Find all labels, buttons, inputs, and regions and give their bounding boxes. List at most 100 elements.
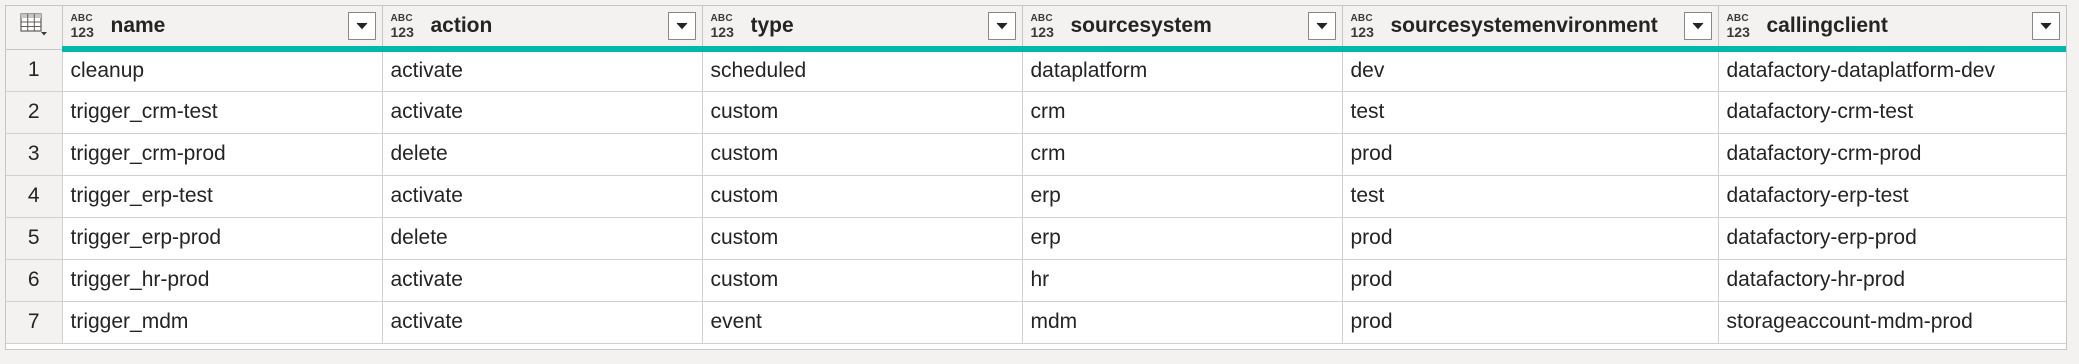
cell-sourcesystemenvironment[interactable]: prod [1342, 217, 1719, 260]
cell-name[interactable]: trigger_erp-test [62, 175, 383, 218]
type-icon-text-bottom: 123 [1726, 23, 1750, 40]
type-icon-text-top: ABC [710, 12, 733, 24]
any-type-icon[interactable]: ABC 123 [1351, 12, 1379, 40]
row-number[interactable]: 6 [6, 259, 63, 302]
cell-name[interactable]: trigger_hr-prod [62, 259, 383, 302]
cell-callingclient[interactable]: storageaccount-mdm-prod [1718, 301, 2066, 344]
column-header-callingclient[interactable]: ABC 123 callingclient [1718, 6, 2066, 52]
row-number[interactable]: 7 [6, 301, 63, 344]
table-body: 1 cleanup activate scheduled dataplatform dev… [6, 49, 2066, 344]
cell-action[interactable]: activate [382, 49, 703, 92]
cell-name[interactable]: cleanup [62, 49, 383, 92]
type-icon-text-bottom: 123 [1350, 23, 1374, 40]
cell-action[interactable]: delete [382, 217, 703, 260]
cell-sourcesystem[interactable]: dataplatform [1022, 49, 1343, 92]
cell-name[interactable]: trigger_mdm [62, 301, 383, 344]
table-row: 6 trigger_hr-prod activate custom hr prod data… [6, 259, 2066, 302]
any-type-icon[interactable]: ABC 123 [1031, 12, 1059, 40]
any-type-icon[interactable]: ABC 123 [711, 12, 739, 40]
chevron-down-icon [1315, 21, 1329, 31]
table-corner-menu[interactable] [6, 6, 63, 50]
cell-type[interactable]: custom [702, 259, 1023, 302]
cell-sourcesystemenvironment[interactable]: test [1342, 175, 1719, 218]
cell-callingclient[interactable]: datafactory-erp-test [1718, 175, 2066, 218]
type-icon-text-top: ABC [390, 12, 413, 24]
row-number[interactable]: 2 [6, 91, 63, 134]
table-row: 5 trigger_erp-prod delete custom erp prod data… [6, 217, 2066, 260]
data-grid: ABC 123 name ABC 123 action ABC 123 type ABC 123 so… [5, 5, 2067, 350]
column-title: sourcesystem [1070, 14, 1212, 37]
column-header-action[interactable]: ABC 123 action [382, 6, 703, 52]
cell-type[interactable]: custom [702, 217, 1023, 260]
table-row: 1 cleanup activate scheduled dataplatform dev… [6, 49, 2066, 92]
cell-action[interactable]: delete [382, 133, 703, 176]
table-icon[interactable] [20, 13, 48, 42]
cell-sourcesystem[interactable]: hr [1022, 259, 1343, 302]
cell-name[interactable]: trigger_erp-prod [62, 217, 383, 260]
column-filter-button[interactable] [987, 12, 1016, 40]
column-header-name[interactable]: ABC 123 name [62, 6, 383, 52]
row-number[interactable]: 4 [6, 175, 63, 218]
column-title: name [110, 14, 166, 37]
row-number[interactable]: 3 [6, 133, 63, 176]
cell-action[interactable]: activate [382, 175, 703, 218]
type-icon-text-bottom: 123 [390, 23, 414, 40]
column-header-type[interactable]: ABC 123 type [702, 6, 1023, 52]
cell-action[interactable]: activate [382, 91, 703, 134]
cell-callingclient[interactable]: datafactory-erp-prod [1718, 217, 2066, 260]
chevron-down-icon [1691, 21, 1705, 31]
type-icon-text-bottom: 123 [70, 23, 94, 40]
row-number[interactable]: 1 [6, 49, 63, 92]
row-number[interactable]: 5 [6, 217, 63, 260]
cell-action[interactable]: activate [382, 301, 703, 344]
cell-callingclient[interactable]: datafactory-crm-test [1718, 91, 2066, 134]
type-icon-text-top: ABC [1350, 12, 1373, 24]
cell-name[interactable]: trigger_crm-prod [62, 133, 383, 176]
cell-sourcesystem[interactable]: crm [1022, 91, 1343, 134]
column-filter-button[interactable] [1307, 12, 1336, 40]
cell-sourcesystemenvironment[interactable]: prod [1342, 259, 1719, 302]
chevron-down-icon [995, 21, 1009, 31]
column-header-sourcesystemenvironment[interactable]: ABC 123 sourcesystemenvironment [1342, 6, 1719, 52]
cell-action[interactable]: activate [382, 259, 703, 302]
column-title: sourcesystemenvironment [1390, 14, 1658, 37]
cell-type[interactable]: event [702, 301, 1023, 344]
any-type-icon[interactable]: ABC 123 [1727, 12, 1755, 40]
any-type-icon[interactable]: ABC 123 [391, 12, 419, 40]
column-filter-button[interactable] [347, 12, 376, 40]
cell-callingclient[interactable]: datafactory-crm-prod [1718, 133, 2066, 176]
cell-sourcesystemenvironment[interactable]: prod [1342, 133, 1719, 176]
cell-sourcesystem[interactable]: mdm [1022, 301, 1343, 344]
cell-sourcesystemenvironment[interactable]: prod [1342, 301, 1719, 344]
cell-type[interactable]: scheduled [702, 49, 1023, 92]
cell-type[interactable]: custom [702, 175, 1023, 218]
column-title: action [430, 14, 493, 37]
cell-type[interactable]: custom [702, 133, 1023, 176]
type-icon-text-bottom: 123 [710, 23, 734, 40]
cell-callingclient[interactable]: datafactory-hr-prod [1718, 259, 2066, 302]
type-icon-text-top: ABC [1030, 12, 1053, 24]
cell-name[interactable]: trigger_crm-test [62, 91, 383, 134]
table-row: 7 trigger_mdm activate event mdm prod storagea… [6, 301, 2066, 344]
column-title: type [750, 14, 794, 37]
column-header-sourcesystem[interactable]: ABC 123 sourcesystem [1022, 6, 1343, 52]
cell-sourcesystem[interactable]: erp [1022, 175, 1343, 218]
query-editor-data-preview: ABC 123 name ABC 123 action ABC 123 type ABC 123 so… [0, 0, 2079, 364]
data-table: ABC 123 name ABC 123 action ABC 123 type ABC 123 so… [6, 6, 2066, 344]
column-filter-button[interactable] [667, 12, 696, 40]
column-filter-button[interactable] [1683, 12, 1712, 40]
table-row: 4 trigger_erp-test activate custom erp test da… [6, 175, 2066, 218]
any-type-icon[interactable]: ABC 123 [71, 12, 99, 40]
chevron-down-icon [675, 21, 689, 31]
cell-sourcesystemenvironment[interactable]: dev [1342, 49, 1719, 92]
type-icon-text-bottom: 123 [1030, 23, 1054, 40]
cell-sourcesystemenvironment[interactable]: test [1342, 91, 1719, 134]
cell-type[interactable]: custom [702, 91, 1023, 134]
cell-sourcesystem[interactable]: erp [1022, 217, 1343, 260]
chevron-down-icon [355, 21, 369, 31]
type-icon-text-top: ABC [70, 12, 93, 24]
cell-sourcesystem[interactable]: crm [1022, 133, 1343, 176]
column-filter-button[interactable] [2031, 12, 2060, 40]
header-row: ABC 123 name ABC 123 action ABC 123 type ABC 123 so… [6, 6, 2066, 52]
cell-callingclient[interactable]: datafactory-dataplatform-dev [1718, 49, 2066, 92]
